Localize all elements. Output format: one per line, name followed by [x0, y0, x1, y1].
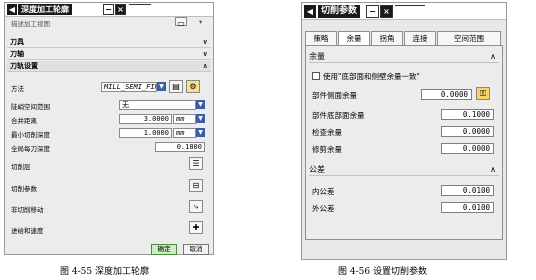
tab-containment[interactable]: 空间范围	[437, 31, 501, 45]
chevron-up-icon: ∧	[490, 165, 496, 174]
chevron-up-icon: ∧	[490, 52, 496, 61]
dialog-titlebar: ◀ 深度加工轮廓 − ×	[5, 3, 213, 17]
section-toolpath-settings[interactable]: 刀轨设置 ∧	[7, 61, 211, 72]
non-cutting-moves-icon[interactable]: ⤷	[189, 200, 203, 213]
section-tool-axis[interactable]: 刀轴 ∨	[7, 49, 211, 60]
merge-distance-label: 合并距离	[11, 117, 37, 125]
tab-corners[interactable]: 拐角	[371, 31, 403, 45]
section-tool[interactable]: 刀具 ∨	[7, 37, 211, 48]
trim-stock-input[interactable]: 0.0000	[441, 143, 494, 154]
feeds-speeds-label: 进给和速度	[11, 227, 44, 235]
intol-input[interactable]: 0.0100	[441, 185, 494, 196]
figure-caption-456: 图 4-56 设置切削参数	[338, 267, 427, 277]
cancel-button[interactable]: 取消	[183, 244, 209, 255]
chevron-down-icon: ∨	[202, 38, 208, 46]
outtol-input[interactable]: 0.0100	[441, 202, 494, 213]
steep-region-select[interactable]: 无	[119, 100, 196, 110]
title-rule	[395, 5, 425, 16]
cut-params-icon[interactable]: ⊟	[189, 179, 203, 192]
check-stock-label: 检查余量	[312, 128, 342, 137]
depth-per-cut-input[interactable]: 0.1800	[155, 142, 205, 152]
scroll-up-icon[interactable]: ▾	[199, 18, 202, 26]
collapse-arrow-icon[interactable]: ◀	[304, 5, 316, 18]
merge-unit-select[interactable]: mm	[173, 114, 196, 124]
collapse-arrow-icon[interactable]: ◀	[7, 4, 17, 15]
wrench-icon[interactable]: ⚙	[186, 80, 200, 93]
section-tool-axis-label: 刀轴	[10, 50, 24, 58]
tab-strategy[interactable]: 策略	[305, 31, 337, 45]
cut-levels-icon[interactable]: ☰	[189, 157, 203, 170]
tab-connections[interactable]: 连接	[404, 31, 436, 45]
ok-button[interactable]: 确定	[151, 244, 177, 255]
close-button[interactable]: ×	[115, 4, 126, 15]
close-button[interactable]: ×	[380, 5, 393, 18]
merge-distance-input[interactable]: 3.0000	[119, 114, 172, 124]
method-label: 方法	[11, 85, 24, 93]
chevron-up-icon: ∧	[202, 62, 208, 70]
chevron-down-icon[interactable]: ▼	[196, 114, 205, 123]
trim-stock-label: 修剪余量	[312, 145, 342, 154]
steep-region-label: 陡峭空间范围	[11, 103, 50, 111]
section-tolerance-label: 公差	[309, 165, 325, 174]
tab-stock[interactable]: 余量	[338, 31, 370, 45]
check-stock-input[interactable]: 0.0000	[441, 126, 494, 137]
min-depth-unit-select[interactable]: mm	[173, 128, 196, 138]
non-cutting-moves-label: 非切削移动	[11, 206, 44, 214]
use-floor-same-checkbox[interactable]	[312, 72, 320, 80]
cut-parameters-dialog: ◀ 切削参数 − × 策略 余量 拐角 连接 空间范围 余量 ∧ 使用"底部面和…	[301, 2, 507, 260]
minimize-button[interactable]: −	[103, 4, 114, 15]
intol-label: 内公差	[312, 187, 335, 196]
method-select[interactable]: MILL_SEMI_FIN	[101, 82, 157, 92]
lock-icon[interactable]: ⚿	[476, 87, 490, 100]
dialog-titlebar: ◀ 切削参数 − ×	[302, 3, 506, 20]
part-side-stock-input[interactable]: 0.0000	[421, 89, 472, 100]
use-floor-same-label: 使用"底部面和侧壁余量一致"	[323, 72, 420, 81]
chevron-down-icon[interactable]: ▼	[196, 100, 205, 109]
minimize-button[interactable]: −	[366, 5, 379, 18]
edit-method-icon[interactable]: ▤	[169, 80, 183, 93]
deep-contour-dialog: ◀ 深度加工轮廓 − × 描述加工视图 ▭ ▾ 刀具 ∨ 刀轴 ∨ 刀轨设置 ∧…	[4, 2, 214, 255]
chevron-down-icon[interactable]: ▼	[196, 128, 205, 137]
part-floor-stock-input[interactable]: 0.1000	[441, 109, 494, 120]
cut-levels-label: 切削层	[11, 163, 31, 171]
dialog-title: 深度加工轮廓	[18, 4, 72, 15]
part-side-stock-label: 部件侧面余量	[312, 91, 357, 100]
min-cut-depth-input[interactable]: 1.0000	[119, 128, 172, 138]
chevron-down-icon: ∨	[202, 50, 208, 58]
outtol-label: 外公差	[312, 204, 335, 213]
part-floor-stock-label: 部件底部面余量	[312, 111, 365, 120]
section-tolerance[interactable]: 公差 ∧	[309, 164, 499, 176]
geometry-display-icon[interactable]: ▭	[175, 17, 187, 28]
figure-caption-455: 图 4-55 深度加工轮廓	[60, 267, 149, 277]
min-cut-depth-label: 最小切削深度	[11, 131, 50, 139]
title-rule	[129, 4, 151, 15]
geometry-header-fragment: 描述加工视图	[11, 20, 50, 28]
stock-panel: 余量 ∧ 使用"底部面和侧壁余量一致" 部件侧面余量 0.0000 ⚿ 部件底部…	[305, 45, 503, 240]
section-stock[interactable]: 余量 ∧	[309, 51, 499, 63]
cut-params-label: 切削参数	[11, 185, 37, 193]
section-toolpath-label: 刀轨设置	[10, 62, 38, 70]
section-tool-label: 刀具	[10, 38, 24, 46]
chevron-down-icon[interactable]: ▼	[157, 82, 166, 91]
depth-per-cut-label: 全局每刀深度	[11, 145, 50, 153]
section-stock-label: 余量	[309, 52, 325, 61]
feeds-speeds-icon[interactable]: ✚	[189, 221, 203, 234]
dialog-title: 切削参数	[318, 5, 361, 18]
